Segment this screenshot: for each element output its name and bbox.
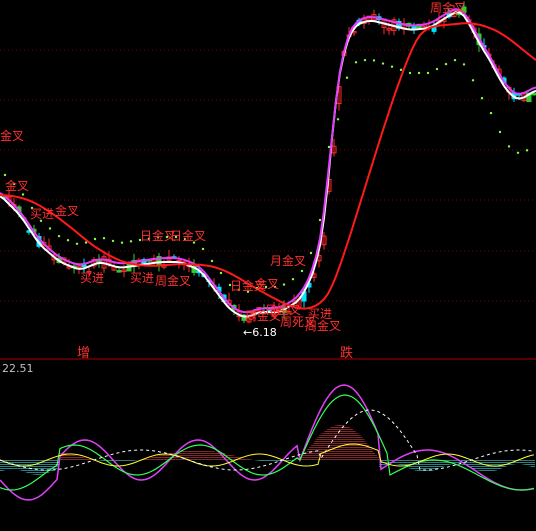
sar-dot-48 [435, 67, 439, 71]
signal-label-17: 周金叉 [430, 0, 466, 15]
sar-dot-56 [507, 145, 511, 148]
sar-dots [3, 58, 529, 293]
sar-dot-31 [282, 283, 286, 286]
sar-dot-57 [516, 151, 520, 154]
candle-body-106 [531, 92, 536, 96]
signal-label-4: 周金叉 [155, 273, 191, 288]
sar-dot-39 [354, 61, 358, 64]
sar-dot-52 [471, 79, 475, 82]
sar-dot-55 [498, 130, 502, 134]
sar-dot-10 [93, 237, 97, 241]
sar-dot-9 [84, 241, 88, 244]
sar-dot-58 [525, 149, 529, 152]
candle-body-23 [116, 270, 122, 273]
signal-label-0: 金叉 [0, 128, 24, 143]
bottom-tag-increase: 增 [77, 346, 90, 361]
sar-dot-14 [129, 240, 133, 243]
sar-dot-11 [102, 237, 106, 240]
sar-dot-6 [57, 234, 61, 238]
sar-dot-33 [300, 269, 304, 273]
sar-dot-0 [3, 173, 7, 177]
bottom-tag-fall: 跌 [340, 345, 353, 361]
price-grid [0, 49, 536, 302]
ma-mid-line [0, 8, 536, 314]
sar-dot-40 [363, 58, 367, 62]
stock-chart: 金叉 买进 金叉 买进 周金叉 日金叉 日金叉 月金叉 日金叉 金叉 周金叉 周死叉 买进 周金叉 日金叉金… [0, 0, 536, 531]
sar-dot-42 [381, 62, 385, 65]
signal-label-14: 日金叉 [265, 302, 301, 317]
sar-dot-12 [111, 239, 115, 243]
sar-dot-47 [426, 71, 430, 75]
sar-dot-49 [444, 62, 448, 66]
sar-dot-45 [408, 71, 412, 75]
sar-dot-24 [219, 271, 223, 275]
signal-label-9: 金叉 [255, 276, 279, 291]
sar-dot-22 [201, 247, 205, 251]
sar-dot-7 [66, 239, 70, 242]
signal-label-16: 买进 [130, 271, 154, 285]
sar-dot-46 [417, 71, 421, 75]
sar-dot-36 [327, 145, 331, 149]
sar-dot-8 [75, 242, 79, 245]
sar-dot-54 [489, 111, 493, 115]
indicator-pane [0, 384, 535, 501]
sar-dot-41 [372, 59, 376, 62]
indicator-line-a [0, 384, 535, 501]
sar-dot-5 [48, 227, 52, 230]
signal-label-3: 买进 [80, 271, 104, 285]
signal-label-6: 日金叉 [170, 228, 206, 243]
sar-dot-43 [390, 65, 394, 68]
sar-dot-2 [21, 193, 25, 196]
signal-label-2: 金叉 [55, 203, 79, 218]
indicator-top-value: 22.51 [2, 362, 34, 375]
sar-dot-34 [309, 251, 313, 255]
sar-dot-38 [345, 76, 349, 79]
sar-dot-50 [453, 58, 457, 62]
signal-label-7: 月金叉 [270, 253, 306, 268]
sar-dot-35 [318, 218, 322, 222]
sar-dot-23 [210, 259, 214, 263]
signal-label-13: 周金叉 [305, 318, 341, 333]
signal-label-15: 金叉 [5, 178, 29, 193]
sar-dot-13 [120, 241, 124, 244]
low-price-marker: ←6.18 [243, 326, 277, 339]
sar-dot-37 [336, 118, 340, 121]
sar-dot-44 [399, 68, 403, 72]
chart-canvas: 金叉买进 金叉买进 周金叉日金叉日金叉月金叉日金叉金叉周金叉周死叉买进周金叉日金叉金… [0, 0, 536, 501]
sar-dot-53 [480, 97, 484, 100]
signal-label-1: 买进 [30, 207, 54, 221]
sar-dot-32 [291, 278, 295, 281]
sar-dot-51 [462, 63, 466, 66]
